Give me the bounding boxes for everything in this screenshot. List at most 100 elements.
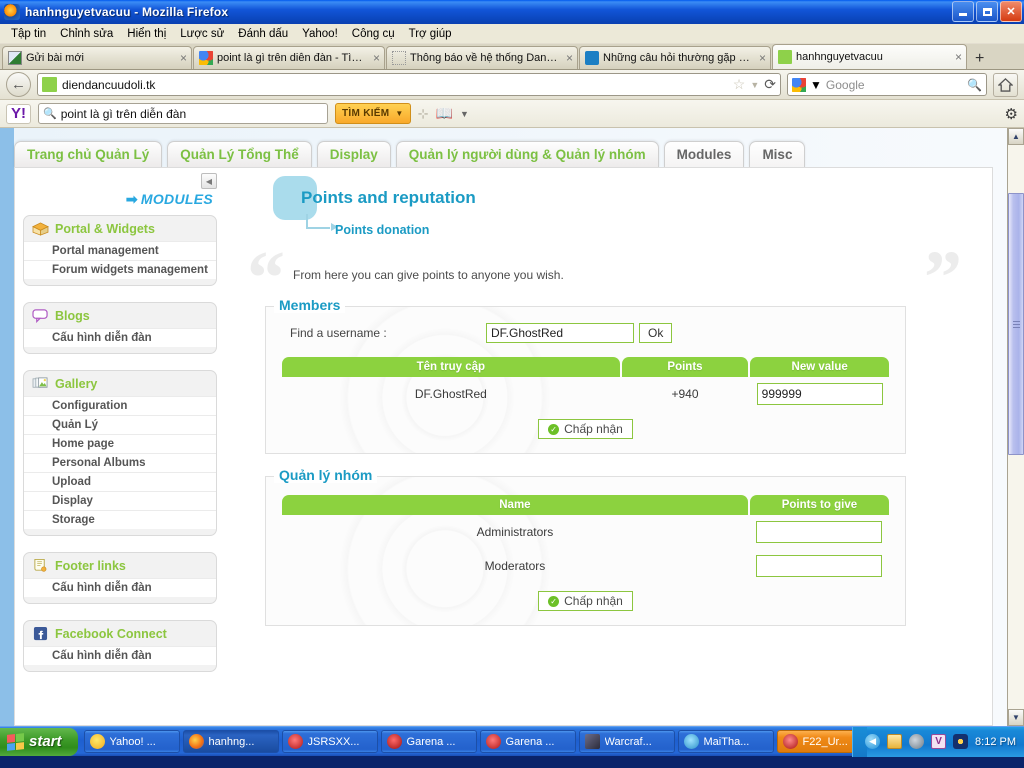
sidebar-link-gallery-display[interactable]: Display [24, 491, 216, 510]
taskbar-clock[interactable]: 8:12 PM [975, 736, 1016, 748]
scroll-down-button[interactable]: ▼ [1008, 709, 1024, 726]
reload-icon[interactable]: ⟳ [764, 76, 776, 93]
browser-tab[interactable]: Thông báo về hệ thống Danh ... × [386, 46, 578, 69]
scrollbar-track[interactable] [1008, 145, 1024, 709]
sidebar-link-gallery-home-page[interactable]: Home page [24, 434, 216, 453]
menu-item-edit[interactable]: Chỉnh sửa [53, 26, 120, 42]
sidebar-link-gallery-upload[interactable]: Upload [24, 472, 216, 491]
menu-item-tools[interactable]: Công cụ [345, 26, 402, 42]
bookmarks-icon[interactable]: 📖 [436, 105, 453, 122]
window-titlebar: hanhnguyetvacuu - Mozilla Firefox ✕ [0, 0, 1024, 24]
groups-col-points: Points to give [749, 495, 889, 515]
taskbar-button-jsrsxx[interactable]: JSRSXX... [281, 730, 378, 753]
group-points-cell [750, 515, 889, 549]
browser-tab[interactable]: Gửi bài mới × [2, 46, 192, 69]
tab-close-icon[interactable]: × [955, 50, 962, 64]
find-username-input[interactable]: DF.GhostRed [486, 323, 634, 343]
tab-close-icon[interactable]: × [180, 51, 187, 65]
minimize-icon [959, 13, 967, 16]
tab-trang-chu-quan-ly[interactable]: Trang chủ Quản Lý [14, 141, 163, 168]
start-button[interactable]: start [0, 727, 78, 756]
yahoo-search-button[interactable]: TÌM KIẾM ▼ [335, 103, 411, 124]
sidebar-block-footer-links: Footer links Cấu hình diễn đàn [23, 552, 217, 604]
new-tab-button[interactable]: + [968, 51, 991, 69]
close-button[interactable]: ✕ [1000, 1, 1022, 22]
minimize-button[interactable] [952, 1, 974, 22]
window-title: hanhnguyetvacuu - Mozilla Firefox [25, 5, 229, 19]
chevron-down-icon[interactable]: ▼ [460, 109, 469, 119]
chevron-down-icon[interactable]: ▼ [810, 78, 822, 92]
taskbar-button-f22[interactable]: F22_Ur... [776, 730, 853, 753]
bookmark-star-icon[interactable]: ☆ [733, 76, 746, 93]
find-ok-button[interactable]: Ok [639, 323, 673, 343]
volume-icon[interactable] [909, 734, 925, 749]
browser-tab-active[interactable]: hanhnguyetvacuu × [772, 44, 967, 69]
search-icon[interactable]: 🔍 [967, 78, 982, 92]
browser-tab[interactable]: point là gì trên diễn đàn - Tìm ... × [193, 46, 385, 69]
tab-misc[interactable]: Misc [749, 141, 806, 168]
menu-item-view[interactable]: Hiển thị [120, 26, 173, 42]
taskbar-button-warcraft[interactable]: Warcraf... [578, 730, 675, 753]
yahoo-search-input[interactable]: point là gì trên diễn đàn [61, 107, 323, 121]
sidebar-link-facebook-config[interactable]: Cấu hình diễn đàn [24, 646, 216, 665]
group-points-input[interactable] [756, 555, 883, 577]
sidebar-link-portal-management[interactable]: Portal management [24, 241, 216, 260]
tab-close-icon[interactable]: × [373, 51, 380, 65]
address-bar[interactable]: diendancuudoli.tk ☆ ▼ ⟳ [37, 73, 781, 96]
chevron-down-icon[interactable]: ▼ [750, 80, 759, 90]
vertical-scrollbar[interactable]: ▲ ▼ [1007, 128, 1024, 726]
tab-quan-ly-nguoi-dung[interactable]: Quản lý người dùng & Quản lý nhóm [395, 141, 659, 168]
member-new-value-input[interactable]: 999999 [756, 383, 883, 405]
groups-accept-button[interactable]: ✓ Chấp nhận [538, 591, 633, 611]
network-icon[interactable] [953, 734, 969, 749]
taskbar-button-garena-1[interactable]: Garena ... [380, 730, 477, 753]
taskbar-button-maitha[interactable]: MaiTha... [677, 730, 774, 753]
members-table: Tên truy cập Points New value DF.GhostRe… [280, 357, 891, 411]
menu-item-bookmarks[interactable]: Đánh dấu [231, 26, 295, 42]
find-username-row: Find a username : DF.GhostRed Ok [280, 319, 891, 357]
scroll-up-button[interactable]: ▲ [1008, 128, 1024, 145]
home-button[interactable] [993, 72, 1018, 97]
taskbar-button-firefox[interactable]: hanhng... [182, 730, 279, 753]
portal-icon [32, 222, 49, 236]
menu-item-help[interactable]: Trợ giúp [402, 26, 459, 42]
sidebar-link-footer-config[interactable]: Cấu hình diễn đàn [24, 578, 216, 597]
tab-modules[interactable]: Modules [663, 141, 745, 168]
browser-search-input[interactable]: Google [826, 78, 963, 92]
url-text: diendancuudoli.tk [62, 77, 156, 92]
check-icon: ✓ [548, 595, 560, 607]
gear-icon[interactable]: ⚙ [1005, 105, 1018, 123]
group-points-input[interactable] [756, 521, 883, 543]
taskbar-button-yahoo[interactable]: Yahoo! ... [83, 730, 180, 753]
tray-expand-button[interactable]: ◀ [865, 734, 881, 749]
menu-item-yahoo[interactable]: Yahoo! [295, 26, 345, 42]
sidebar-link-gallery-personal-albums[interactable]: Personal Albums [24, 453, 216, 472]
tab-close-icon[interactable]: × [566, 51, 573, 65]
sidebar-link-gallery-quan-ly[interactable]: Quản Lý [24, 415, 216, 434]
maximize-button[interactable] [976, 1, 998, 22]
sidebar-collapse-button[interactable]: ◀ [201, 173, 217, 189]
members-accept-button[interactable]: ✓ Chấp nhận [538, 419, 633, 439]
sidebar-collapse-row: ◀ [23, 173, 217, 189]
browser-search-box[interactable]: ▼ Google 🔍 [787, 73, 987, 96]
sidebar-link-gallery-storage[interactable]: Storage [24, 510, 216, 529]
tab-display[interactable]: Display [316, 141, 391, 168]
antivirus-icon[interactable]: V [931, 734, 947, 749]
sidebar-link-gallery-configuration[interactable]: Configuration [24, 396, 216, 415]
scrollbar-thumb[interactable] [1008, 193, 1024, 455]
generic-icon [392, 51, 406, 65]
tab-close-icon[interactable]: × [759, 51, 766, 65]
sidebar-block-title: Gallery [24, 371, 216, 396]
yahoo-search-box[interactable]: 🔍 point là gì trên diễn đàn [38, 103, 328, 124]
sidebar-link-blogs-config[interactable]: Cấu hình diễn đàn [24, 328, 216, 347]
tab-quan-ly-tong-the[interactable]: Quản Lý Tổng Thể [167, 141, 312, 168]
browser-tab[interactable]: Những câu hỏi thường gặp (vấ... × [579, 46, 771, 69]
sidebar-link-forum-widgets-management[interactable]: Forum widgets management [24, 260, 216, 279]
menu-item-history[interactable]: Lược sử [173, 26, 231, 42]
chevron-down-icon[interactable]: ▼ [395, 109, 403, 118]
menu-item-file[interactable]: Tập tin [4, 26, 53, 42]
mail-icon[interactable] [887, 734, 903, 749]
yahoo-logo-icon[interactable]: Y! [6, 103, 31, 124]
taskbar-button-garena-2[interactable]: Garena ... [479, 730, 576, 753]
back-button[interactable]: ← [6, 72, 31, 97]
